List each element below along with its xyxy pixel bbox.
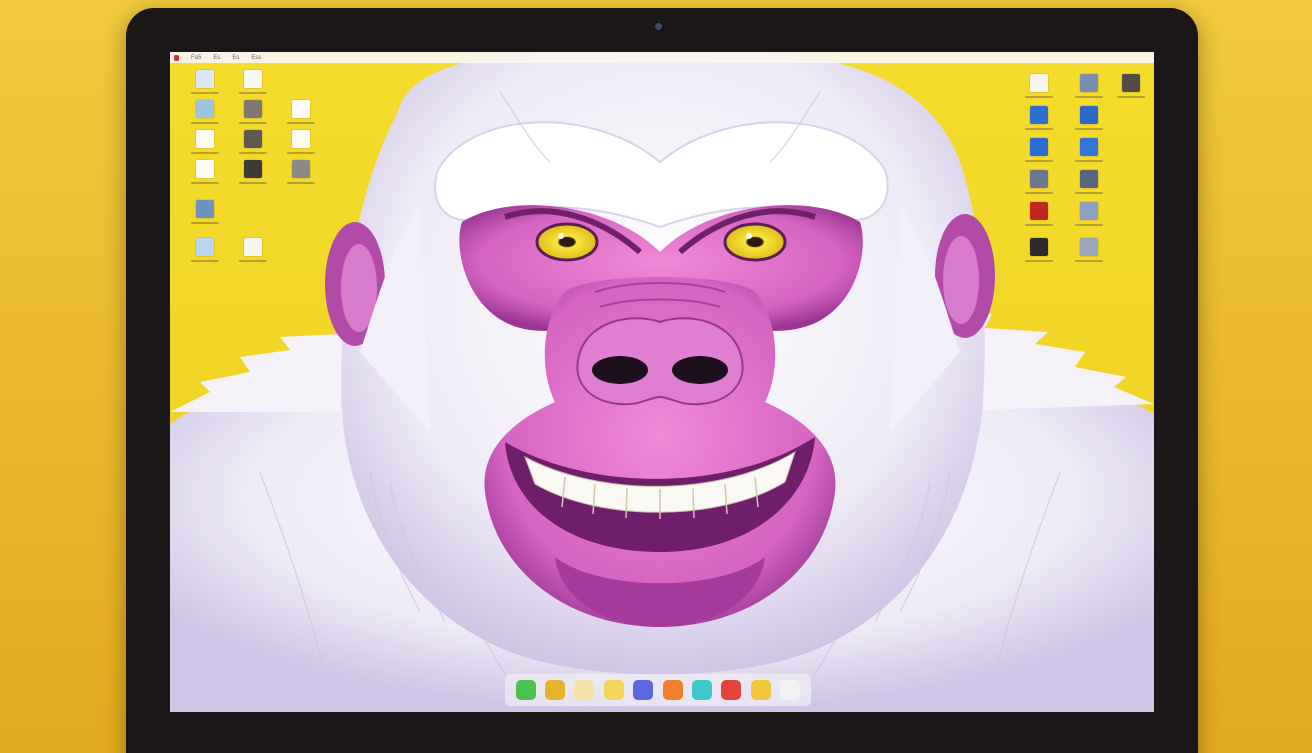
desktop-icon-caption — [239, 260, 267, 262]
desktop-screen: Fa5 Es Es Ess — [170, 52, 1154, 712]
music-icon[interactable] — [721, 680, 742, 700]
apple-logo-icon[interactable] — [174, 54, 179, 61]
image-icon[interactable] — [1080, 170, 1098, 188]
image-icon[interactable] — [1030, 238, 1048, 256]
menu-item[interactable]: Es — [213, 55, 220, 61]
image-icon[interactable] — [1030, 170, 1048, 188]
image-icon[interactable] — [1122, 74, 1140, 92]
image-icon[interactable] — [244, 130, 262, 148]
desktop-icon-caption — [191, 152, 219, 154]
desktop-icon-caption — [1075, 192, 1103, 194]
desktop-icon-caption — [191, 260, 219, 262]
folder-icon[interactable] — [1080, 138, 1098, 156]
image-icon[interactable] — [292, 160, 310, 178]
gorilla-wallpaper — [170, 53, 1154, 712]
menu-item[interactable]: Ess — [251, 55, 261, 61]
disk-icon[interactable] — [196, 200, 214, 218]
image-icon[interactable] — [1030, 202, 1048, 220]
menu-item[interactable]: Es — [232, 55, 239, 61]
desktop-icon-caption — [1025, 224, 1053, 226]
folder-icon[interactable] — [196, 100, 214, 118]
desktop-icon-caption — [1075, 260, 1103, 262]
desktop-icon-caption — [239, 182, 267, 184]
folder-icon[interactable] — [1030, 138, 1048, 156]
document-icon[interactable] — [780, 680, 801, 700]
document-icon[interactable] — [292, 130, 310, 148]
desktop-icon-caption — [1025, 160, 1053, 162]
desktop-icon-caption — [1075, 96, 1103, 98]
menu-bar: Fa5 Es Es Ess — [170, 52, 1154, 63]
folder-icon[interactable] — [1080, 106, 1098, 124]
folder-icon[interactable] — [196, 238, 214, 256]
document-icon[interactable] — [1030, 74, 1048, 92]
browser-icon[interactable] — [633, 680, 654, 700]
desktop-icon-caption — [239, 152, 267, 154]
desktop-icon-caption — [1025, 128, 1053, 130]
image-icon[interactable] — [244, 160, 262, 178]
desktop-icon-caption — [1117, 96, 1145, 98]
desktop-icon-caption — [1025, 260, 1053, 262]
menu-item[interactable]: Fa5 — [191, 55, 201, 61]
folder-icon[interactable] — [1030, 106, 1048, 124]
desktop-icon-caption — [1075, 128, 1103, 130]
document-icon[interactable] — [244, 238, 262, 256]
desktop-icon-caption — [287, 152, 315, 154]
chrome-icon[interactable] — [545, 680, 566, 700]
photos-icon[interactable] — [662, 680, 683, 700]
messages-icon[interactable] — [515, 680, 536, 700]
desktop-icon-caption — [1075, 224, 1103, 226]
image-icon[interactable] — [244, 100, 262, 118]
desktop-icon-caption — [239, 92, 267, 94]
document-icon[interactable] — [244, 70, 262, 88]
image-icon[interactable] — [1080, 238, 1098, 256]
desktop-icon-caption — [1025, 96, 1053, 98]
desktop-icon-caption — [1075, 160, 1103, 162]
document-icon[interactable] — [196, 70, 214, 88]
desktop-icon-caption — [287, 182, 315, 184]
folder-icon[interactable] — [750, 680, 771, 700]
image-icon[interactable] — [1080, 74, 1098, 92]
desktop-icon-caption — [287, 122, 315, 124]
desktop-icon-caption — [191, 222, 219, 224]
image-icon[interactable] — [1080, 202, 1098, 220]
desktop-icon-caption — [191, 92, 219, 94]
document-icon[interactable] — [196, 160, 214, 178]
notes-icon[interactable] — [574, 680, 595, 700]
notes-icon[interactable] — [603, 680, 624, 700]
desktop-icon-caption — [191, 182, 219, 184]
desktop-icon-caption — [1025, 192, 1053, 194]
maps-icon[interactable] — [692, 680, 713, 700]
document-icon[interactable] — [292, 100, 310, 118]
desktop-icon-caption — [191, 122, 219, 124]
desktop-icon-caption — [239, 122, 267, 124]
dock — [505, 674, 811, 706]
document-icon[interactable] — [196, 130, 214, 148]
webcam-icon — [655, 23, 662, 30]
